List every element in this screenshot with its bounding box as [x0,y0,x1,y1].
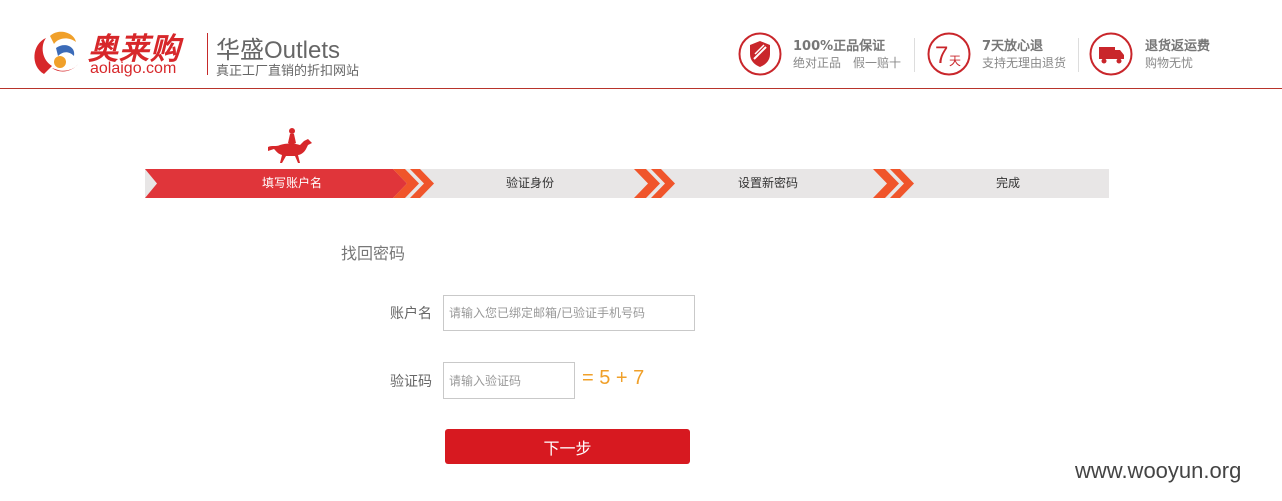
captcha-image[interactable]: = 5 + 7 [582,367,644,390]
step-set-new-password: 设置新密码 [737,176,798,190]
site-header: 奥莱购 aolaigo.com 华盛Outlets 真正工厂直销的折扣网站 10… [0,0,1282,89]
progress-steps: 填写账户名 验证身份 设置新密码 完成 [145,169,1109,198]
promise-title: 100%正品保证 [793,39,886,54]
brand-tagline: 真正工厂直销的折扣网站 [216,64,360,79]
page-title: 找回密码 [341,244,406,263]
account-label: 账户名 [390,306,432,322]
promise-subtitle: 购物无忧 [1145,56,1194,70]
verification-code-input[interactable] [443,362,575,399]
promise-divider [1078,38,1079,72]
promise-subtitle: 绝对正品 假一赔十 [793,56,902,70]
logo-divider [207,33,208,75]
watermark: www.wooyun.org [1075,458,1242,483]
next-step-button[interactable]: 下一步 [445,429,690,464]
account-input[interactable] [443,295,695,331]
svg-text:天: 天 [949,54,961,68]
logo-mark-icon [34,31,78,74]
step-complete: 完成 [995,176,1020,190]
step-fill-account: 填写账户名 [261,176,322,190]
verification-code-label: 验证码 [390,374,432,390]
logo-domain-text: aolaigo.com [90,60,177,77]
promise-subtitle: 支持无理由退货 [982,56,1067,70]
shield-icon [738,32,782,76]
promise-title: 退货返运费 [1145,39,1211,54]
promise-divider [914,38,915,72]
horse-rider-icon [268,128,312,163]
svg-text:7: 7 [935,42,948,69]
truck-icon [1089,32,1133,76]
site-logo[interactable]: 奥莱购 aolaigo.com [30,26,200,78]
step-verify-identity: 验证身份 [505,176,554,190]
seven-day-icon: 7 天 [927,32,971,76]
promise-title: 7天放心退 [982,39,1044,54]
